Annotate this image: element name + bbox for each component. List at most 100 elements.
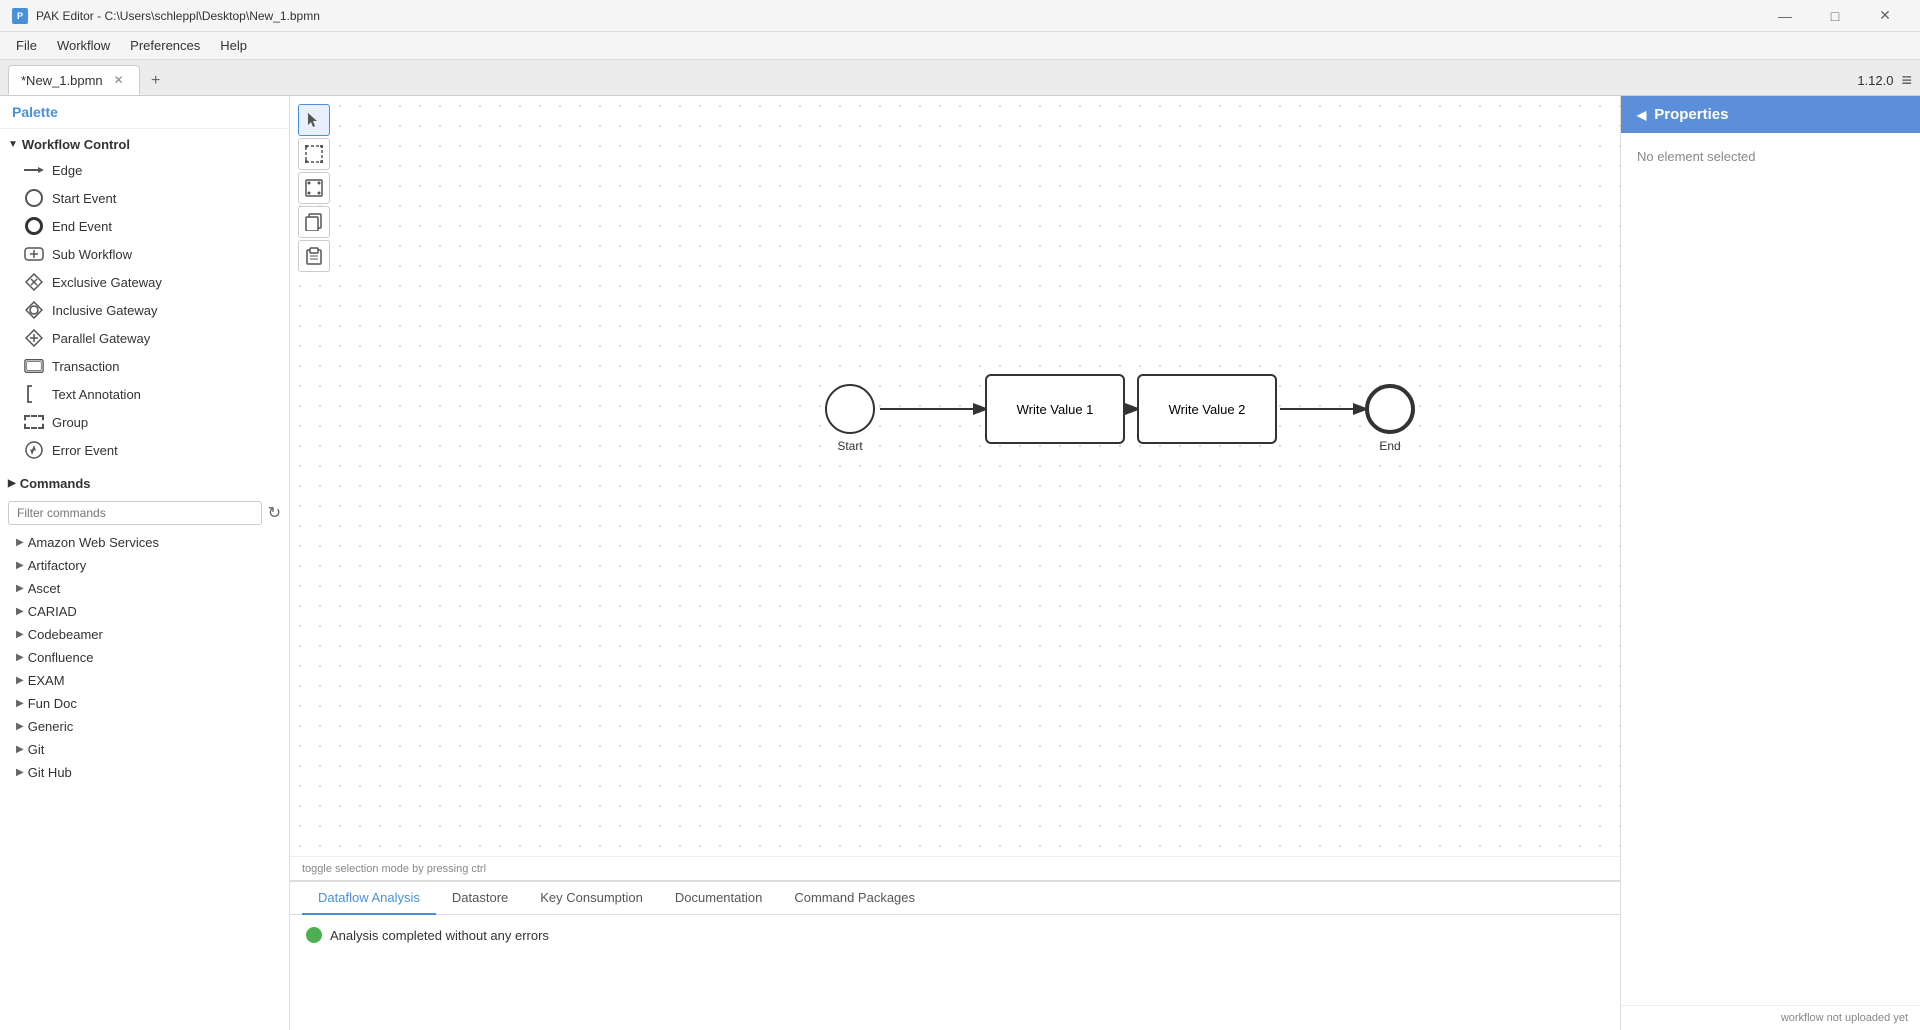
diagram-end-node[interactable] xyxy=(1365,384,1415,434)
palette-item-label-exclusive-gateway: Exclusive Gateway xyxy=(52,275,162,290)
tool-paste[interactable] xyxy=(298,240,330,272)
command-group-github[interactable]: ▶ Git Hub xyxy=(0,761,289,784)
menu-preferences[interactable]: Preferences xyxy=(122,36,208,55)
start-event-icon xyxy=(24,188,44,208)
canvas-status-bar: toggle selection mode by pressing ctrl xyxy=(290,856,1620,880)
tool-zoom-area[interactable] xyxy=(298,172,330,204)
bottom-tab-dataflow[interactable]: Dataflow Analysis xyxy=(302,882,436,915)
palette-item-end-event[interactable]: End Event xyxy=(0,212,289,240)
workflow-control-section[interactable]: ▼ Workflow Control xyxy=(0,133,289,156)
fundoc-chevron: ▶ xyxy=(16,698,24,709)
menu-help[interactable]: Help xyxy=(212,36,255,55)
palette-item-text-annotation[interactable]: Text Annotation xyxy=(0,380,289,408)
group-icon xyxy=(24,412,44,432)
palette-item-label-sub-workflow: Sub Workflow xyxy=(52,247,132,262)
diagram-start-label: Start xyxy=(825,439,875,453)
tab-menu-button[interactable]: ≡ xyxy=(1901,70,1912,91)
palette-item-edge[interactable]: Edge xyxy=(0,156,289,184)
palette-item-label-text-annotation: Text Annotation xyxy=(52,387,141,402)
exclusive-gateway-icon xyxy=(24,272,44,292)
command-group-git-label: Git xyxy=(28,742,45,757)
palette-item-parallel-gateway[interactable]: Parallel Gateway xyxy=(0,324,289,352)
command-group-exam-label: EXAM xyxy=(28,673,65,688)
confluence-chevron: ▶ xyxy=(16,652,24,663)
command-group-codebeamer[interactable]: ▶ Codebeamer xyxy=(0,623,289,646)
palette-item-start-event[interactable]: Start Event xyxy=(0,184,289,212)
properties-body: No element selected xyxy=(1621,133,1920,1005)
refresh-button[interactable]: ↻ xyxy=(268,503,281,523)
tool-select[interactable] xyxy=(298,138,330,170)
palette-header: Palette xyxy=(0,96,289,129)
commands-filter-input[interactable] xyxy=(8,501,262,525)
command-group-generic-label: Generic xyxy=(28,719,74,734)
menu-file[interactable]: File xyxy=(8,36,45,55)
command-group-artifactory[interactable]: ▶ Artifactory xyxy=(0,554,289,577)
diagram-task1-label: Write Value 1 xyxy=(1017,402,1094,417)
commands-section[interactable]: ▶ Commands xyxy=(0,472,289,495)
exam-chevron: ▶ xyxy=(16,675,24,686)
menu-workflow[interactable]: Workflow xyxy=(49,36,118,55)
palette-item-label-transaction: Transaction xyxy=(52,359,119,374)
bottom-tab-command-packages[interactable]: Command Packages xyxy=(778,882,931,915)
palette-item-error-event[interactable]: Error Event xyxy=(0,436,289,464)
codebeamer-chevron: ▶ xyxy=(16,629,24,640)
app-container: *New_1.bpmn ✕ + 1.12.0 ≡ Palette ▼ Workf… xyxy=(0,60,1920,1030)
inclusive-gateway-icon xyxy=(24,300,44,320)
generic-chevron: ▶ xyxy=(16,721,24,732)
command-group-aws[interactable]: ▶ Amazon Web Services xyxy=(0,531,289,554)
bottom-tab-key-consumption[interactable]: Key Consumption xyxy=(524,882,659,915)
diagram-start-node[interactable] xyxy=(825,384,875,434)
command-group-ascet[interactable]: ▶ Ascet xyxy=(0,577,289,600)
canvas-main[interactable]: Start Write Value 1 Write Value 2 End to… xyxy=(290,96,1620,880)
tool-pointer[interactable] xyxy=(298,104,330,136)
palette-item-exclusive-gateway[interactable]: Exclusive Gateway xyxy=(0,268,289,296)
palette-item-label-edge: Edge xyxy=(52,163,82,178)
command-group-git[interactable]: ▶ Git xyxy=(0,738,289,761)
git-chevron: ▶ xyxy=(16,744,24,755)
palette-item-group[interactable]: Group xyxy=(0,408,289,436)
diagram-task2[interactable]: Write Value 2 xyxy=(1137,374,1277,444)
palette-item-label-group: Group xyxy=(52,415,88,430)
workflow-control-label: Workflow Control xyxy=(22,137,130,152)
command-group-generic[interactable]: ▶ Generic xyxy=(0,715,289,738)
parallel-gateway-icon xyxy=(24,328,44,348)
palette-item-transaction[interactable]: Transaction xyxy=(0,352,289,380)
close-button[interactable]: ✕ xyxy=(1862,0,1908,32)
bottom-tab-datastore[interactable]: Datastore xyxy=(436,882,524,915)
ascet-chevron: ▶ xyxy=(16,583,24,594)
version-label: 1.12.0 xyxy=(1857,73,1893,88)
palette-item-label-start-event: Start Event xyxy=(52,191,116,206)
palette-item-sub-workflow[interactable]: Sub Workflow xyxy=(0,240,289,268)
error-event-icon xyxy=(24,440,44,460)
commands-filter-area: ↻ xyxy=(8,501,281,525)
minimize-button[interactable]: — xyxy=(1762,0,1808,32)
canvas-area: Start Write Value 1 Write Value 2 End to… xyxy=(290,96,1620,1030)
no-element-selected-text: No element selected xyxy=(1637,149,1756,164)
bottom-tab-documentation[interactable]: Documentation xyxy=(659,882,778,915)
success-indicator xyxy=(306,927,322,943)
properties-status-text: workflow not uploaded yet xyxy=(1781,1012,1908,1024)
aws-chevron: ▶ xyxy=(16,537,24,548)
diagram-end-label: End xyxy=(1365,439,1415,453)
app-icon: P xyxy=(12,8,28,24)
tab-add-button[interactable]: + xyxy=(142,67,170,95)
canvas-status-text: toggle selection mode by pressing ctrl xyxy=(302,863,486,875)
text-annotation-icon xyxy=(24,384,44,404)
command-group-exam[interactable]: ▶ EXAM xyxy=(0,669,289,692)
commands-chevron: ▶ xyxy=(8,478,16,489)
command-group-fundoc[interactable]: ▶ Fun Doc xyxy=(0,692,289,715)
diagram-container: Start Write Value 1 Write Value 2 End xyxy=(290,96,1620,880)
maximize-button[interactable]: □ xyxy=(1812,0,1858,32)
command-group-codebeamer-label: Codebeamer xyxy=(28,627,103,642)
palette-panel: Palette ▼ Workflow Control Edge xyxy=(0,96,290,1030)
tool-copy[interactable] xyxy=(298,206,330,238)
tab-new1-bpmn[interactable]: *New_1.bpmn ✕ xyxy=(8,65,140,95)
command-group-cariad[interactable]: ▶ CARIAD xyxy=(0,600,289,623)
diagram-task1[interactable]: Write Value 1 xyxy=(985,374,1125,444)
tab-list: *New_1.bpmn ✕ + xyxy=(8,65,170,95)
tab-bar: *New_1.bpmn ✕ + 1.12.0 ≡ xyxy=(0,60,1920,96)
palette-item-inclusive-gateway[interactable]: Inclusive Gateway xyxy=(0,296,289,324)
command-group-confluence[interactable]: ▶ Confluence xyxy=(0,646,289,669)
diagram-task2-label: Write Value 2 xyxy=(1169,402,1246,417)
tab-close-button[interactable]: ✕ xyxy=(111,72,127,88)
